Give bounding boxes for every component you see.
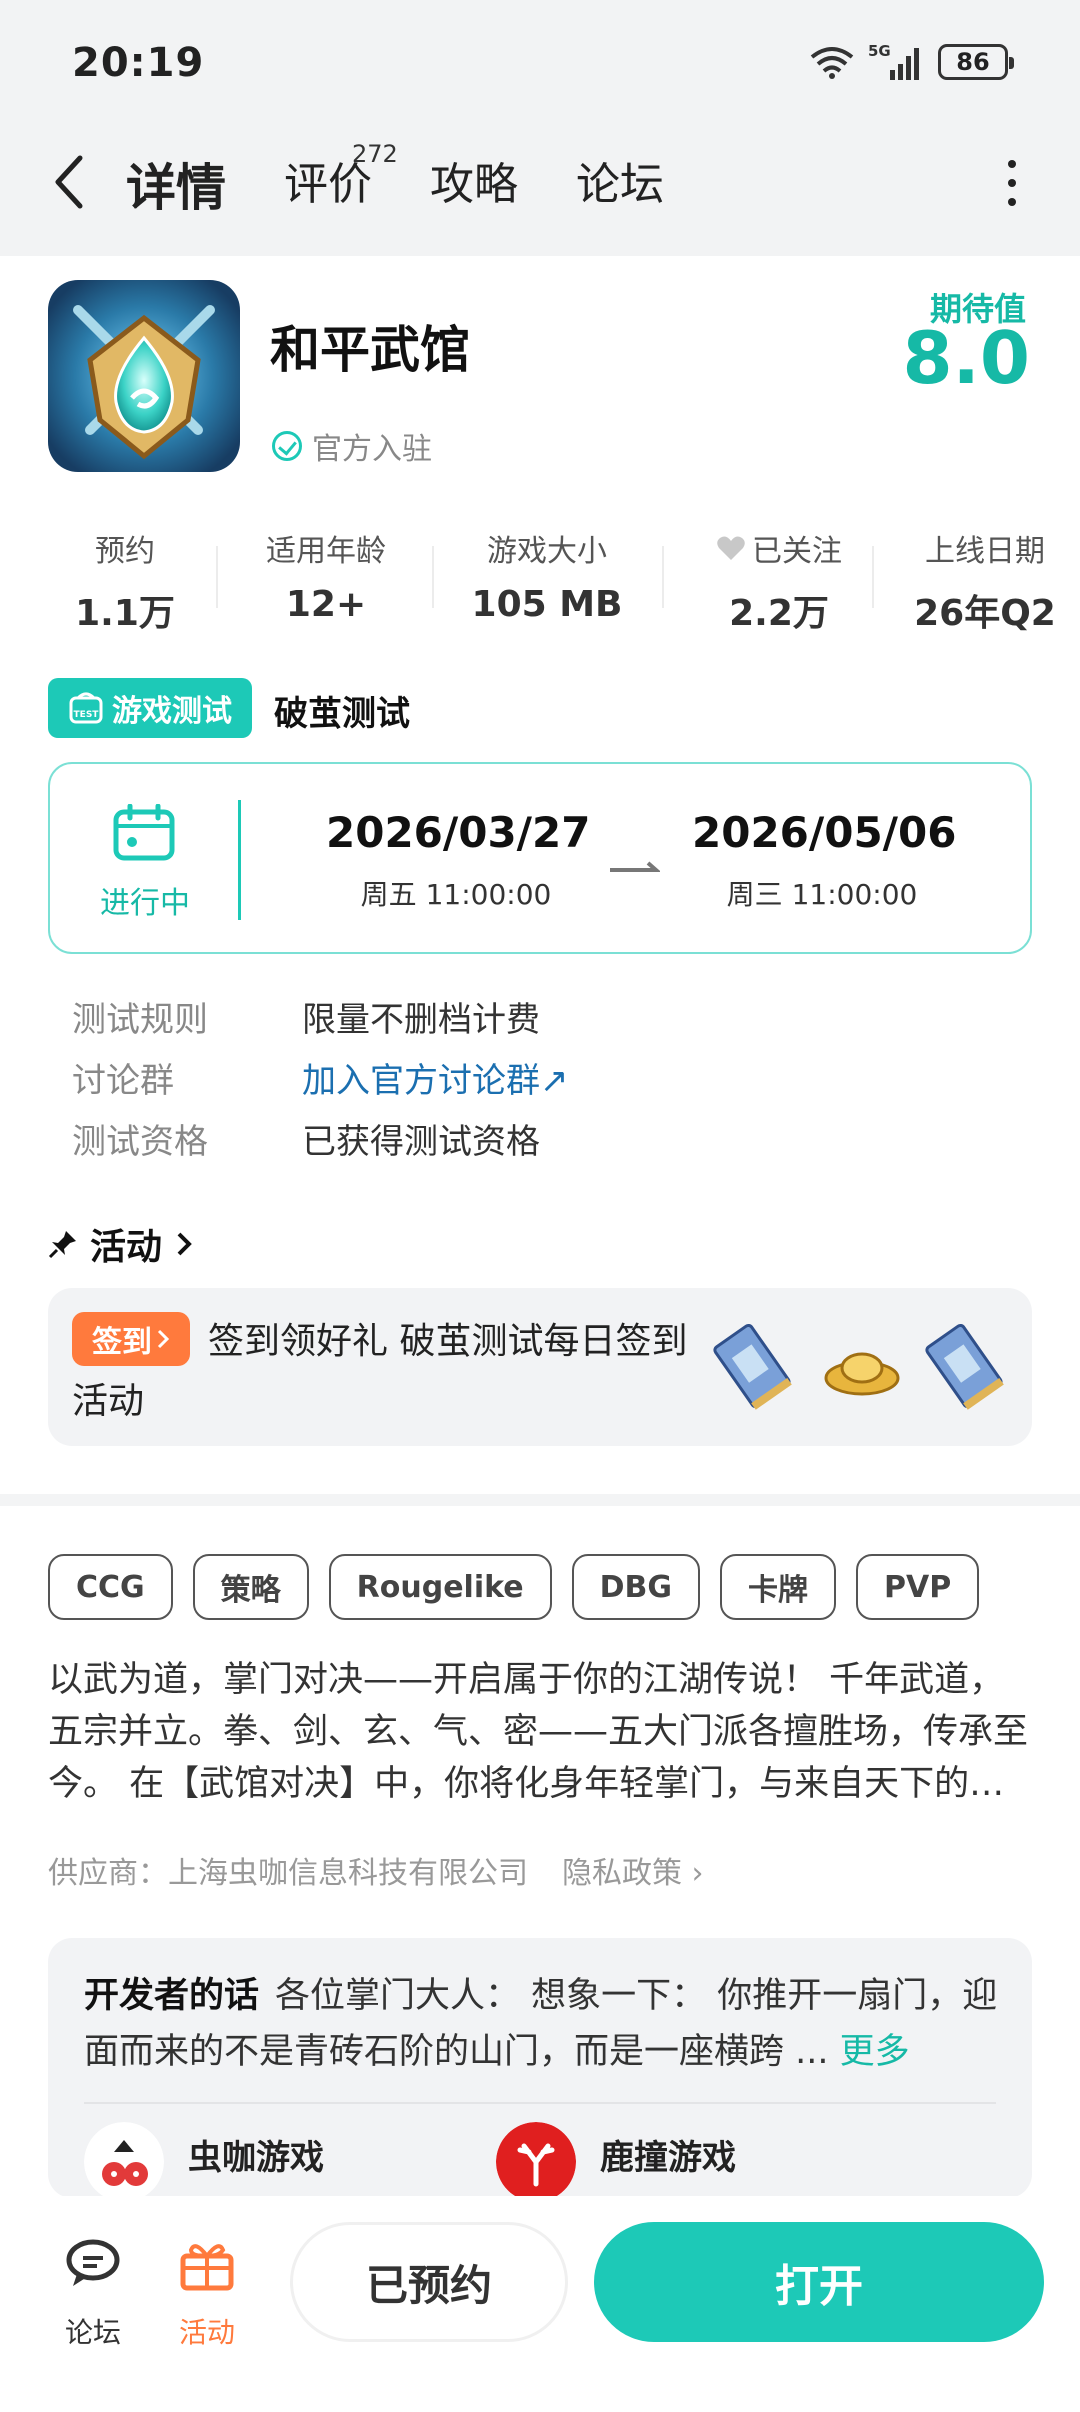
supplier-row: 供应商：上海虫咖信息科技有限公司 隐私政策 ›	[48, 1848, 704, 1892]
calendar-icon	[113, 804, 175, 861]
stat-reservations: 预约 1.1万	[75, 534, 175, 634]
tag-item[interactable]: Rougelike	[328, 1554, 552, 1620]
developer-logo	[496, 2122, 576, 2198]
check-circle-icon	[272, 431, 302, 461]
company-publisher[interactable]: 虫咖游戏 发行 · 下一大气出品	[84, 2122, 439, 2198]
developer-card: 开发者的话 各位掌门大人： 想象一下： 你推开一扇门，迎面而来的不是青砖石阶的山门…	[48, 1938, 1032, 2198]
test-schedule-card: 进行中 2026/03/27 周五 11:00:00 2026/05/06 周三…	[48, 762, 1032, 954]
stat-age: 适用年龄 12+	[266, 534, 386, 625]
activity-card[interactable]: 签到领好礼 破茧测试每日签到活动 签到	[48, 1288, 1032, 1446]
tag-item[interactable]: PVP	[856, 1554, 980, 1620]
more-options-icon[interactable]	[1002, 160, 1022, 206]
section-divider	[0, 1494, 1080, 1506]
pin-icon	[48, 1231, 76, 1259]
test-status: 进行中	[100, 886, 190, 921]
stat-size: 游戏大小 105 MB	[471, 534, 623, 625]
bottom-action-bar: 论坛 活动 已预约 打开	[0, 2196, 1080, 2412]
stat-release-date: 上线日期 26年Q2	[914, 534, 1056, 634]
game-description[interactable]: 以武为道，掌门对决——开启属于你的江湖传说！ 千年武道，五宗并立。拳、剑、玄、气…	[48, 1654, 1034, 1810]
svg-text:5G: 5G	[868, 42, 891, 60]
test-icon: TEST	[69, 692, 103, 724]
more-link[interactable]: 更多	[840, 2032, 910, 2072]
chevron-right-icon	[177, 1232, 192, 1256]
test-info: 测试规则 限量不删档计费 讨论群 加入官方讨论群↗ 测试资格 已获得测试资格	[72, 986, 569, 1169]
tab-guides[interactable]: 攻略	[430, 148, 518, 212]
stat-follow[interactable]: 已关注 2.2万	[694, 526, 864, 636]
tab-details[interactable]: 详情	[122, 148, 230, 222]
publisher-logo	[84, 2122, 164, 2198]
status-time: 20:19	[72, 40, 205, 86]
activity-heading[interactable]: 活动	[48, 1218, 194, 1270]
tab-forum[interactable]: 论坛	[576, 148, 664, 212]
supplier-text: 供应商：上海虫咖信息科技有限公司	[48, 1856, 528, 1891]
app-icon	[48, 280, 240, 472]
tag-item[interactable]: 策略	[192, 1554, 309, 1620]
wifi-icon	[810, 47, 854, 79]
status-icons: 5G 86	[810, 40, 1014, 84]
tab-bar: 详情 评价 攻略 论坛 272	[122, 140, 722, 222]
arrow-right-icon	[610, 861, 660, 872]
info-row-rules: 测试规则 限量不删档计费	[72, 1000, 540, 1040]
reward-items	[713, 1323, 1004, 1410]
signal-icon: 5G	[868, 42, 919, 80]
expect-score: 8.0	[902, 316, 1030, 400]
stats-row: 预约 1.1万 适用年龄 12+ 游戏大小 105 MB 已关注 2.2万 上线…	[0, 526, 1080, 634]
info-row-group: 讨论群 加入官方讨论群↗	[72, 1047, 569, 1108]
activity-nav-button[interactable]: 活动	[162, 2236, 252, 2351]
gift-icon	[180, 2244, 234, 2291]
chat-bubble-icon	[66, 2239, 120, 2286]
tag-item[interactable]: 卡牌	[720, 1554, 837, 1620]
test-badge: TEST 游戏测试	[48, 678, 252, 738]
app-title: 和平武馆	[270, 321, 470, 379]
tag-item[interactable]: DBG	[571, 1554, 701, 1620]
open-button[interactable]: 打开	[594, 2222, 1044, 2342]
privacy-policy-link[interactable]: 隐私政策 ›	[562, 1848, 704, 1892]
official-badge: 官方入驻	[272, 424, 432, 468]
back-arrow-icon[interactable]	[44, 150, 100, 214]
developer-title: 开发者的话	[84, 1976, 260, 2016]
tag-list: CCG 策略 Rougelike DBG 卡牌 PVP	[48, 1554, 980, 1620]
official-label: 官方入驻	[312, 432, 432, 467]
test-title: 破茧测试	[274, 694, 410, 734]
reserved-button[interactable]: 已预约	[290, 2222, 568, 2342]
svg-text:TEST: TEST	[74, 710, 100, 720]
battery-icon: 86	[938, 44, 1014, 80]
info-row-eligibility: 测试资格 已获得测试资格	[72, 1122, 540, 1162]
company-developer[interactable]: 鹿撞游戏 开发	[496, 2122, 736, 2198]
top-bar: 20:19 5G 86 详情 评价 攻略 论坛 272	[0, 0, 1080, 256]
tag-item[interactable]: CCG	[48, 1554, 173, 1620]
heart-icon	[717, 536, 745, 560]
forum-nav-button[interactable]: 论坛	[48, 2236, 138, 2351]
developer-note: 开发者的话 各位掌门大人： 想象一下： 你推开一扇门，迎面而来的不是青砖石阶的山门…	[84, 1976, 998, 2072]
review-count-badge: 272	[352, 140, 398, 168]
join-group-link[interactable]: 加入官方讨论群↗	[302, 1053, 569, 1102]
test-start: 2026/03/27 周五 11:00:00	[326, 808, 591, 911]
chevron-right-icon	[157, 1329, 170, 1349]
test-end: 2026/05/06 周三 11:00:00	[692, 808, 957, 911]
sign-in-pill[interactable]: 签到	[72, 1312, 190, 1366]
